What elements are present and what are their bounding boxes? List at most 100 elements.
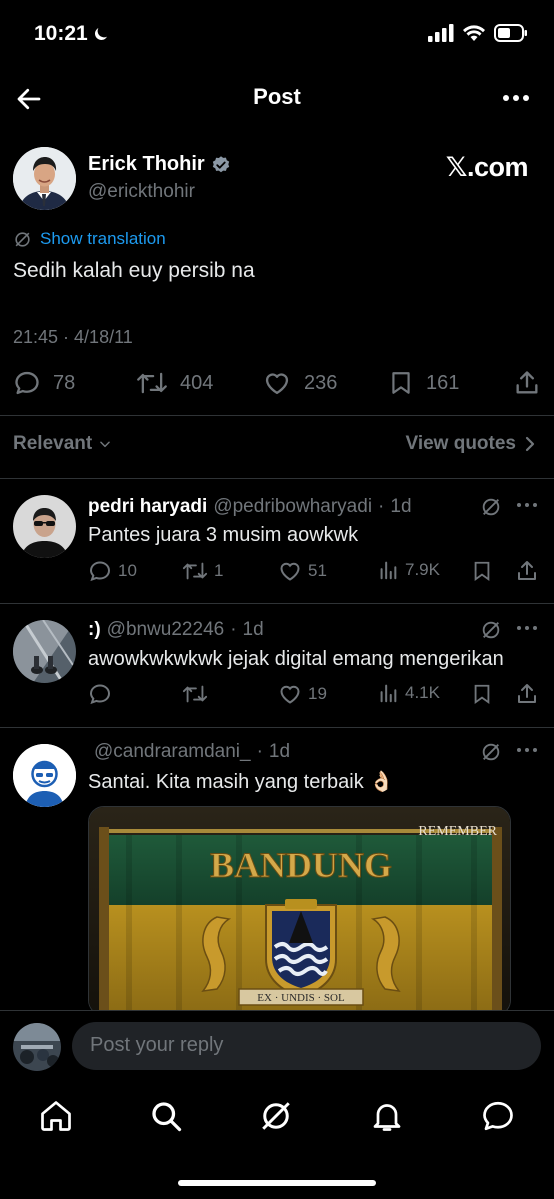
more-icon: [517, 748, 537, 752]
share-button[interactable]: [515, 682, 539, 706]
like-button[interactable]: 51: [278, 559, 327, 583]
reply-author-handle[interactable]: @candraramdani_: [94, 741, 251, 763]
notifications-icon: [373, 1104, 401, 1131]
post-text: Sedih kalah euy persib na: [13, 259, 255, 282]
author-name-text: Erick Thohir: [88, 153, 205, 175]
wifi-icon: [463, 25, 485, 41]
bookmark-icon: [392, 372, 410, 394]
reply-action-bar: 10 1 51 7.9K: [88, 559, 540, 585]
reply-header: :) @bnwu22246 · 1d: [88, 619, 264, 641]
grok-button[interactable]: [480, 741, 502, 763]
show-translation-label: Show translation: [40, 229, 166, 248]
reply-count: 10: [118, 561, 137, 580]
post-timestamp[interactable]: 21:45 · 4/18/11: [13, 327, 133, 348]
banner-brand: REMEMBER: [418, 824, 497, 839]
sort-dropdown[interactable]: Relevant: [13, 433, 112, 455]
grok-icon: [15, 231, 30, 247]
reply-avatar-image: [13, 495, 76, 558]
author-handle[interactable]: @erickthohir: [88, 181, 195, 203]
reply-avatar[interactable]: [13, 744, 76, 807]
reply-count: 78: [53, 371, 76, 394]
view-count: 7.9K: [405, 560, 440, 579]
repost-count: 1: [214, 561, 224, 580]
author-name[interactable]: Erick Thohir: [88, 153, 231, 176]
grok-icon: [482, 743, 500, 761]
reply-author-handle[interactable]: @bnwu22246: [107, 619, 225, 641]
view-quotes-link[interactable]: View quotes: [405, 433, 536, 455]
more-options-button[interactable]: [502, 88, 530, 108]
post-action-bar: 78 404 236 161: [13, 369, 541, 403]
tab-grok[interactable]: [258, 1098, 294, 1134]
like-icon: [280, 562, 300, 581]
views-icon: [380, 684, 397, 703]
messages-icon: [483, 1101, 513, 1131]
like-count: 51: [308, 561, 327, 580]
reply-button[interactable]: 10: [88, 559, 137, 583]
status-icons: [428, 24, 528, 42]
reply-input[interactable]: Post your reply: [72, 1022, 541, 1070]
status-time-text: 10:21: [34, 22, 88, 45]
reply-avatar[interactable]: [13, 620, 76, 683]
views-button[interactable]: 4.1K: [377, 682, 440, 704]
reply-age: 1d: [268, 741, 291, 762]
sort-label: Relevant: [13, 433, 93, 454]
tab-messages[interactable]: [480, 1098, 516, 1134]
separator-dot: ·: [256, 741, 263, 762]
view-count: 4.1K: [405, 683, 440, 702]
reply-more-button[interactable]: [516, 621, 538, 635]
tab-search[interactable]: [148, 1098, 184, 1134]
reply-text: Santai. Kita masih yang terbaik 👌🏻: [88, 771, 395, 793]
bookmark-button[interactable]: 161: [388, 369, 459, 397]
reply-author-name[interactable]: :): [88, 619, 101, 641]
page-title: Post: [253, 84, 301, 109]
reply-icon: [89, 684, 111, 705]
like-icon: [265, 373, 289, 395]
verified-icon: [212, 155, 229, 172]
bookmark-button[interactable]: [471, 559, 493, 583]
repost-button[interactable]: [182, 682, 214, 706]
share-button[interactable]: [515, 559, 539, 583]
reply-icon: [89, 561, 111, 582]
share-button[interactable]: [513, 369, 541, 397]
tab-notifications[interactable]: [369, 1098, 405, 1134]
reply-avatar-image: [13, 744, 76, 807]
bandung-banner-image: REMEMBER BANDUNG EX · UNDIS · SOL: [89, 807, 510, 1015]
reply-button[interactable]: 78: [13, 369, 75, 397]
like-icon: [280, 685, 300, 704]
reply-text: awowkwkwkwk jejak digital emang mengerik…: [88, 648, 504, 670]
banner-title: BANDUNG: [210, 845, 392, 885]
views-button[interactable]: 7.9K: [377, 559, 440, 581]
reply-avatar[interactable]: [13, 495, 76, 558]
like-count: 19: [308, 684, 327, 703]
like-button[interactable]: 236: [262, 369, 337, 397]
grok-button[interactable]: [480, 619, 502, 641]
bookmark-button[interactable]: [471, 682, 493, 706]
my-avatar[interactable]: [13, 1023, 61, 1071]
repost-button[interactable]: 1: [182, 559, 223, 583]
repost-count: 404: [180, 371, 214, 394]
share-icon: [518, 684, 536, 703]
show-translation-link[interactable]: Show translation: [13, 229, 166, 249]
reply-more-button[interactable]: [516, 743, 538, 757]
author-avatar[interactable]: [13, 147, 76, 210]
reply-age: 1d: [390, 496, 412, 517]
like-button[interactable]: 19: [278, 682, 327, 706]
reply-more-button[interactable]: [516, 498, 538, 512]
moon-icon: [94, 28, 107, 40]
banner-motto: EX · UNDIS · SOL: [257, 992, 345, 1004]
search-icon: [152, 1102, 182, 1132]
reply-item[interactable]: :) @bnwu22246 · 1d awowkwkwkwk jejak dig…: [0, 603, 554, 727]
reply-age: 1d: [242, 619, 264, 640]
my-avatar-image: [13, 1023, 61, 1071]
bookmark-icon: [474, 561, 490, 582]
grok-button[interactable]: [480, 496, 502, 518]
repost-button[interactable]: 404: [136, 369, 213, 397]
bookmark-icon: [474, 684, 490, 705]
reply-author-name[interactable]: pedri haryadi: [88, 496, 207, 518]
reply-button[interactable]: [88, 682, 118, 706]
reply-item[interactable]: pedri haryadi @pedribowharyadi · 1d Pant…: [0, 478, 554, 603]
signal-icon: [428, 24, 454, 42]
reply-media-image[interactable]: REMEMBER BANDUNG EX · UNDIS · SOL: [88, 806, 511, 1016]
reply-author-handle[interactable]: @pedribowharyadi: [213, 496, 372, 518]
tab-home[interactable]: [38, 1098, 74, 1134]
